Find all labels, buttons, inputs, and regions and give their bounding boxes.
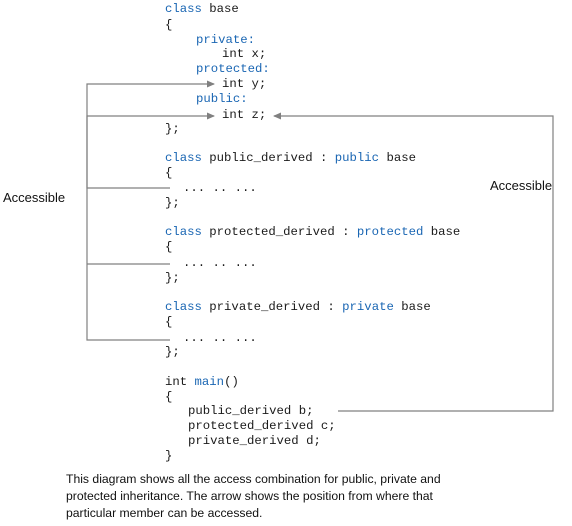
main-open-brace: { (165, 390, 173, 404)
protected-keyword: protected (356, 225, 424, 239)
decl-protected-derived-c: protected_derived c; (188, 419, 336, 433)
inheritance-diagram: class base { private: int x; protected: … (0, 0, 572, 526)
private-derived-header: class private_derived : private base (165, 300, 431, 314)
base-open-brace: { (165, 18, 173, 32)
private-derived-open-brace: { (165, 315, 173, 329)
base-class-name: base (209, 2, 239, 16)
private-derived-close-brace: }; (165, 345, 180, 359)
left-accessible-label: Accessible (3, 190, 66, 205)
caption-line-1: This diagram shows all the access combin… (66, 472, 441, 486)
protected-access-label: protected: (196, 62, 270, 76)
protected-derived-body: ... .. ... (183, 256, 257, 270)
private-keyword: private (342, 300, 394, 314)
member-int-y: int y; (222, 77, 267, 91)
member-int-z: int z; (222, 108, 267, 122)
diagram-caption: This diagram shows all the access combin… (66, 471, 566, 522)
protected-derived-name: protected_derived (209, 225, 335, 239)
main-header: int main() (165, 375, 239, 389)
public-derived-header: class public_derived : public base (165, 151, 416, 165)
protected-derived-open-brace: { (165, 240, 173, 254)
caption-line-3: particular member can be accessed. (66, 506, 263, 520)
base-close-brace: }; (165, 122, 180, 136)
int-keyword: int (165, 375, 188, 389)
decl-public-derived-b: public_derived b; (188, 404, 314, 418)
left-arrow-to-int-y (86, 80, 215, 189)
protected-derived-header: class protected_derived : protected base (165, 225, 461, 239)
class-keyword: class (165, 2, 202, 16)
right-accessible-label: Accessible (490, 178, 553, 193)
caption-line-2: protected inheritance. The arrow shows t… (66, 489, 433, 503)
public-derived-close-brace: }; (165, 196, 180, 210)
private-access-label: private: (196, 33, 256, 47)
public-access-label: public: (196, 92, 248, 106)
main-function-name: main (194, 375, 225, 389)
decl-private-derived-d: private_derived d; (188, 434, 321, 448)
private-derived-body: ... .. ... (183, 331, 257, 345)
public-derived-open-brace: { (165, 166, 173, 180)
public-keyword: public (334, 151, 380, 165)
member-int-x: int x; (222, 47, 267, 61)
public-derived-name: public_derived (209, 151, 313, 165)
public-derived-body: ... .. ... (183, 181, 257, 195)
private-derived-name: private_derived (209, 300, 320, 314)
protected-derived-close-brace: }; (165, 271, 180, 285)
main-close-brace: } (165, 449, 173, 463)
base-class-header: class base (165, 2, 239, 17)
